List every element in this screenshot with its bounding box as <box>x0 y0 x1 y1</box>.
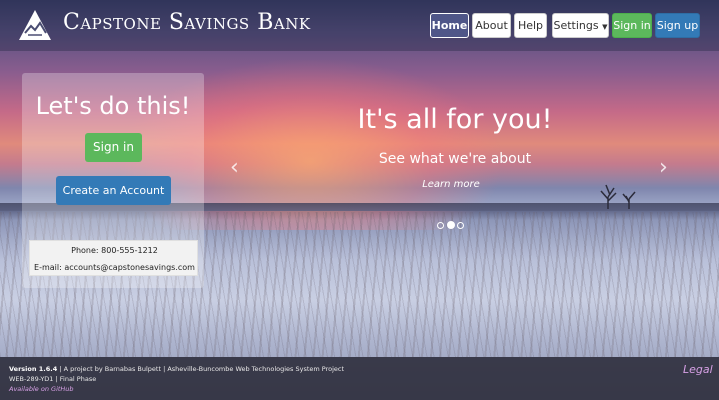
footer-credits-text: | A project by Barnabas Bulpett | Ashevi… <box>57 365 345 373</box>
carousel-indicator-dot[interactable] <box>447 221 455 229</box>
contact-box: Phone: 800-555-1212 E-mail: accounts@cap… <box>29 240 198 276</box>
nav-sign-in-button[interactable]: Sign in <box>612 13 652 38</box>
nav-about-button[interactable]: About <box>472 13 511 38</box>
contact-email: E-mail: accounts@capstonesavings.com <box>34 263 195 272</box>
nav-settings-dropdown[interactable]: Settings ▼ <box>552 13 609 38</box>
panel-sign-in-button[interactable]: Sign in <box>85 133 142 162</box>
carousel-subtitle: See what we're about <box>378 151 532 167</box>
footer-course: WEB-289-YD1 | Final Phase <box>9 375 97 383</box>
nav-home-button[interactable]: Home <box>430 13 469 38</box>
footer-credits: Version 1.6.4 | A project by Barnabas Bu… <box>9 365 344 373</box>
navbar: Capstone Savings Bank Home About Help Se… <box>0 0 719 51</box>
carousel-title: It's all for you! <box>357 104 553 135</box>
carousel-indicator-dot[interactable] <box>437 222 444 229</box>
carousel-indicator-dot[interactable] <box>457 222 464 229</box>
legal-link[interactable]: Legal <box>683 363 713 376</box>
tree-silhouette <box>600 184 636 209</box>
footer: Version 1.6.4 | A project by Barnabas Bu… <box>0 357 719 400</box>
create-account-button[interactable]: Create an Account <box>56 176 171 205</box>
carousel-next-icon[interactable]: › <box>659 155 668 180</box>
nav-help-button[interactable]: Help <box>514 13 547 38</box>
contact-phone: Phone: 800-555-1212 <box>71 246 158 255</box>
nav-sign-up-button[interactable]: Sign up <box>655 13 700 38</box>
learn-more-link[interactable]: Learn more <box>300 179 602 190</box>
footer-version: Version 1.6.4 <box>9 365 58 373</box>
panel-title: Let's do this! <box>35 92 191 120</box>
nav-menu: Home About Help Settings ▼ Sign in Sign … <box>0 13 719 38</box>
settings-label: Settings <box>553 19 599 32</box>
carousel-prev-icon[interactable]: ‹ <box>230 155 239 180</box>
carousel-indicators <box>437 221 467 230</box>
caret-down-icon: ▼ <box>602 23 608 31</box>
github-link[interactable]: Available on GitHub <box>9 385 74 393</box>
